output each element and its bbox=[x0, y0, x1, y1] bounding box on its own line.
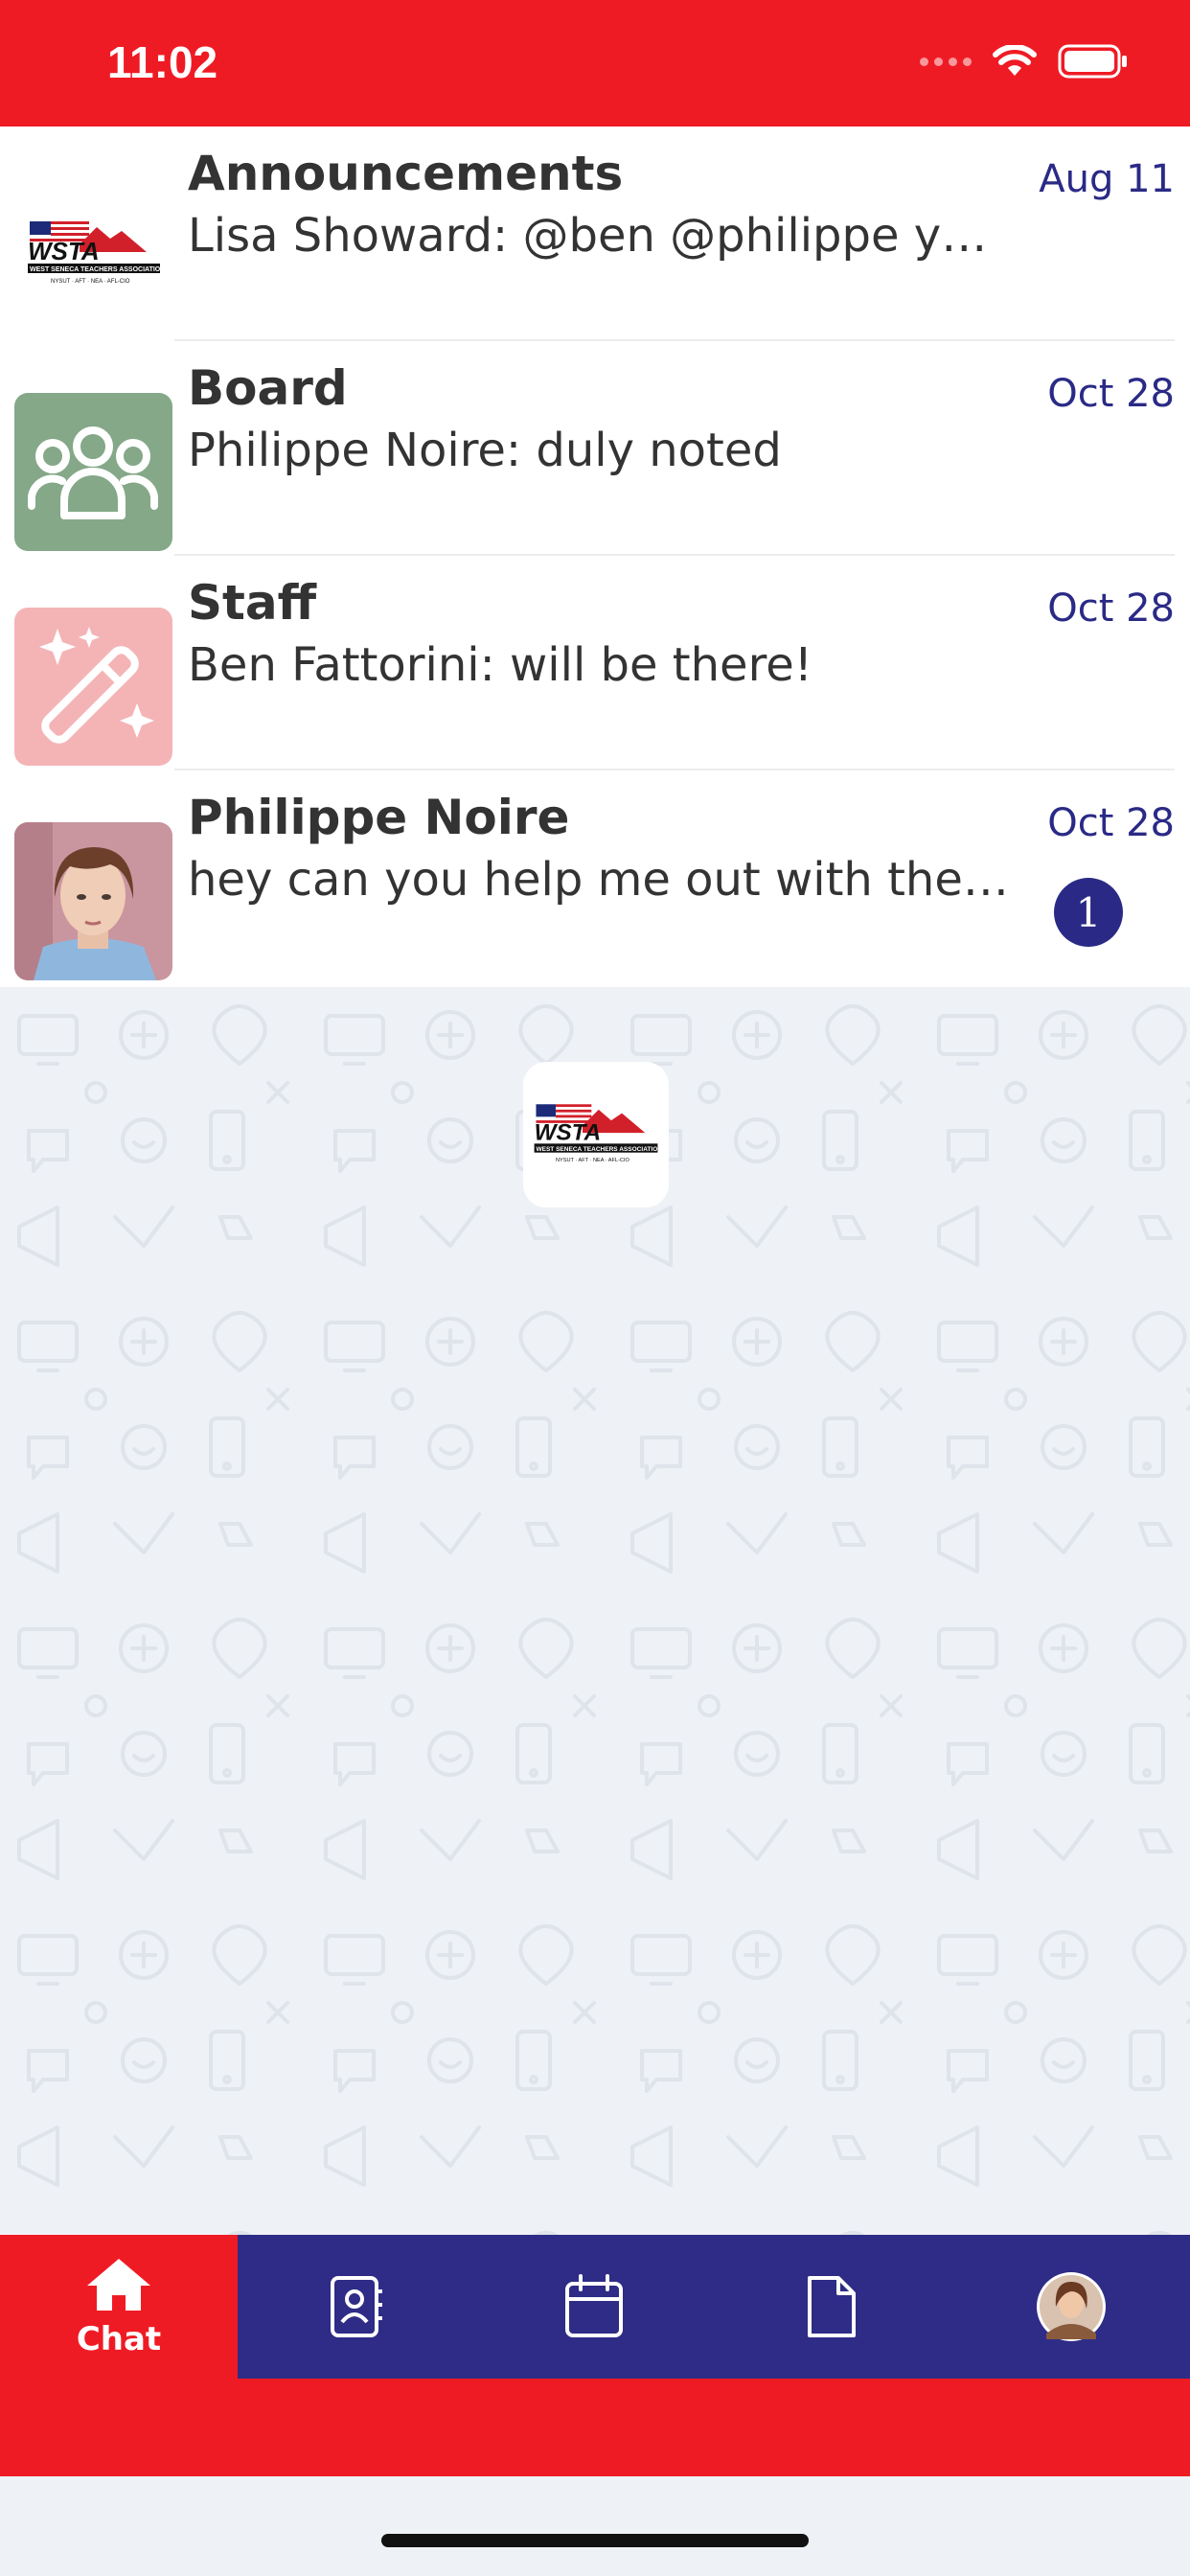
chat-preview: Ben Fattorini: will be there! bbox=[188, 638, 813, 692]
chat-row-staff[interactable]: Staff Ben Fattorini: will be there! Oct … bbox=[0, 556, 1190, 770]
chat-name: Staff bbox=[188, 575, 317, 631]
svg-text:WEST SENECA TEACHERS ASSOCIATI: WEST SENECA TEACHERS ASSOCIATION bbox=[536, 1146, 662, 1153]
center-wsta-logo: WSTA WEST SENECA TEACHERS ASSOCIATION NY… bbox=[523, 1062, 669, 1208]
tab-contacts[interactable] bbox=[238, 2235, 475, 2379]
contacts-icon bbox=[331, 2276, 382, 2337]
unread-badge: 1 bbox=[1054, 878, 1123, 947]
wifi-icon bbox=[993, 45, 1037, 76]
chat-date: Aug 11 bbox=[1039, 157, 1175, 201]
calendar-icon bbox=[565, 2274, 623, 2337]
chat-preview: Lisa Showard: @ben @philippe you ... bbox=[188, 209, 1012, 263]
cellular-signal-icon bbox=[920, 57, 972, 66]
tab-profile[interactable] bbox=[952, 2235, 1190, 2379]
chat-name: Announcements bbox=[188, 146, 624, 201]
chat-date: Oct 28 bbox=[1047, 586, 1175, 631]
magic-wand-icon bbox=[14, 608, 172, 766]
chat-date: Oct 28 bbox=[1047, 372, 1175, 416]
chat-date: Oct 28 bbox=[1047, 801, 1175, 845]
profile-avatar bbox=[1037, 2272, 1106, 2341]
wsta-logo: WSTA WEST SENECA TEACHERS ASSOCIATION NY… bbox=[14, 174, 172, 333]
chat-preview: Philippe Noire: duly noted bbox=[188, 424, 782, 477]
chat-preview: hey can you help me out with the r... bbox=[188, 853, 1012, 907]
svg-text:NYSUT · AFT · NEA · AFL-CIO: NYSUT · AFT · NEA · AFL-CIO bbox=[556, 1158, 630, 1163]
status-icons bbox=[920, 44, 1129, 79]
chat-name: Philippe Noire bbox=[188, 790, 570, 845]
chat-row-board[interactable]: Board Philippe Noire: duly noted Oct 28 bbox=[0, 341, 1190, 556]
bottom-bar bbox=[0, 2379, 1190, 2476]
user-photo-avatar bbox=[14, 822, 172, 980]
home-icon bbox=[87, 2259, 150, 2311]
svg-text:WSTA: WSTA bbox=[535, 1120, 602, 1146]
battery-icon bbox=[1058, 44, 1127, 79]
svg-text:WEST SENECA TEACHERS ASSOCIATI: WEST SENECA TEACHERS ASSOCIATION bbox=[30, 266, 165, 273]
status-bar: 11:02 bbox=[0, 0, 1190, 126]
home-area bbox=[0, 2476, 1190, 2576]
tab-chat[interactable]: Chat bbox=[0, 2235, 238, 2379]
home-indicator[interactable] bbox=[381, 2534, 809, 2547]
chat-row-announcements[interactable]: WSTA WEST SENECA TEACHERS ASSOCIATION NY… bbox=[0, 126, 1190, 341]
tab-documents[interactable] bbox=[713, 2235, 950, 2379]
group-icon bbox=[14, 393, 172, 551]
svg-text:NYSUT · AFT · NEA · AFL-CIO: NYSUT · AFT · NEA · AFL-CIO bbox=[51, 279, 130, 285]
tab-bar: Chat bbox=[0, 2235, 1190, 2379]
tab-calendar[interactable] bbox=[475, 2235, 713, 2379]
chat-row-philippe-noire[interactable]: Philippe Noire hey can you help me out w… bbox=[0, 770, 1190, 985]
status-time: 11:02 bbox=[107, 37, 218, 87]
chat-list: WSTA WEST SENECA TEACHERS ASSOCIATION NY… bbox=[0, 126, 1190, 987]
tab-chat-label: Chat bbox=[76, 2320, 162, 2358]
document-icon bbox=[808, 2276, 856, 2337]
svg-text:WSTA: WSTA bbox=[28, 237, 100, 265]
chat-name: Board bbox=[188, 360, 348, 416]
